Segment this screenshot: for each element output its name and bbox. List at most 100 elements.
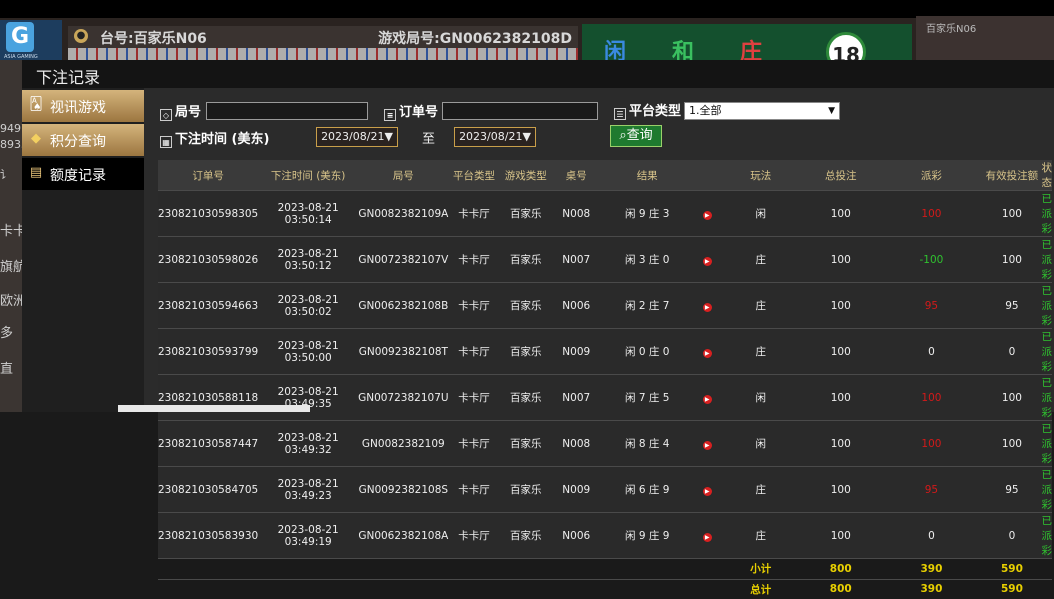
table-cell: 100 — [801, 374, 881, 421]
status-cell: 已派彩 — [1041, 374, 1052, 421]
play-video-icon[interactable]: ▶ — [702, 440, 712, 450]
dialog-main: ◇ 局号 ≡ 订单号 ☰ 平台类型 1.全部 ▼ ▦ 下注时间 (美东) 2023/08/… — [158, 88, 1054, 599]
play-video-cell[interactable]: ▶ — [693, 420, 721, 467]
table-cell: 庄 — [720, 512, 802, 559]
table-cell: 100 — [982, 236, 1042, 283]
play-video-icon[interactable]: ▶ — [702, 394, 712, 404]
play-video-icon[interactable]: ▶ — [702, 256, 712, 266]
table-cell: 100 — [801, 190, 881, 237]
table-cell: GN0072382107V — [358, 236, 449, 283]
table-cell: 230821030583930 — [158, 512, 259, 559]
left-background-strip: 9497 8933 讠 卡卡 旗航 欧洲 多 直 — [0, 60, 28, 412]
table-cell: 闲 2 庄 7 — [600, 282, 694, 329]
date-from-picker[interactable]: 2023/08/21▼ — [316, 127, 398, 147]
table-cell: 闲 9 庄 9 — [600, 512, 694, 559]
table-cell: N009 — [552, 466, 601, 513]
play-video-cell[interactable]: ▶ — [693, 236, 721, 283]
table-cell: 2023-08-21 03:50:00 — [258, 328, 359, 375]
status-cell: 已派彩 — [1041, 512, 1052, 559]
table-cell: 卡卡厅 — [448, 374, 500, 421]
camera-preview[interactable]: 百家乐N06 — [916, 16, 1054, 60]
play-video-icon[interactable]: ▶ — [702, 210, 712, 220]
order-input[interactable] — [442, 102, 598, 120]
table-cell: 庄 — [720, 466, 802, 513]
table-cell: 100 — [982, 420, 1042, 467]
camera-label: 百家乐N06 — [926, 24, 977, 35]
table-cell: 庄 — [720, 236, 802, 283]
platform-select-value: 1.全部 — [689, 104, 722, 117]
table-cell: 2023-08-21 03:49:32 — [258, 420, 359, 467]
table-row[interactable]: 230821030587447 2023-08-21 03:49:32 GN0082… — [158, 420, 1052, 467]
brand-logo: G ASIA GAMING — [0, 20, 62, 60]
table-cell: 卡卡厅 — [448, 236, 500, 283]
payout-cell: 0 — [880, 512, 983, 559]
sidebar-item-live-games[interactable]: 🂡 视讯游戏 — [22, 90, 144, 122]
table-row[interactable]: 230821030598026 2023-08-21 03:50:12 GN0072… — [158, 236, 1052, 283]
total-row: 总计 800 390 590 — [158, 578, 1052, 599]
payout-cell: 95 — [880, 466, 983, 513]
to-label: 至 — [422, 132, 436, 147]
table-cell: 230821030594663 — [158, 282, 259, 329]
play-video-icon[interactable]: ▶ — [702, 532, 712, 542]
play-video-cell[interactable]: ▶ — [693, 282, 721, 329]
table-cell: 闲 — [720, 190, 802, 237]
platform-select[interactable]: 1.全部 ▼ — [684, 102, 840, 120]
table-cell: N008 — [552, 420, 601, 467]
table-row[interactable]: 230821030598305 2023-08-21 03:50:14 GN0082… — [158, 190, 1052, 237]
table-cell: 百家乐 — [499, 190, 553, 237]
table-cell: N009 — [552, 328, 601, 375]
table-cell: 100 — [801, 328, 881, 375]
sum-valid: 590 — [982, 578, 1042, 599]
round-input[interactable] — [206, 102, 368, 120]
table-cell: 230821030598305 — [158, 190, 259, 237]
sidebar-item-points-query[interactable]: ◆ 积分查询 — [22, 124, 144, 156]
table-cell: GN0092382108S — [358, 466, 449, 513]
play-video-cell[interactable]: ▶ — [693, 512, 721, 559]
table-cell: N008 — [552, 190, 601, 237]
left-fragment: 讠 — [0, 168, 11, 181]
play-video-cell[interactable]: ▶ — [693, 190, 721, 237]
table-cell: 百家乐 — [499, 420, 553, 467]
table-cell: 卡卡厅 — [448, 328, 500, 375]
date-to-picker[interactable]: 2023/08/21▼ — [454, 127, 536, 147]
play-video-icon[interactable]: ▶ — [702, 302, 712, 312]
table-cell: 百家乐 — [499, 512, 553, 559]
list-icon: ☰ — [614, 108, 626, 120]
play-video-icon[interactable]: ▶ — [702, 348, 712, 358]
table-cell: N006 — [552, 282, 601, 329]
sum-payout: 390 — [880, 558, 983, 579]
table-cell: 100 — [982, 374, 1042, 421]
query-button[interactable]: ⌕查询 — [610, 125, 662, 147]
play-video-cell[interactable]: ▶ — [693, 466, 721, 513]
table-cell: 百家乐 — [499, 282, 553, 329]
order-filter-label: ≡ 订单号 — [384, 101, 438, 121]
payout-cell: 0 — [880, 328, 983, 375]
play-video-cell[interactable]: ▶ — [693, 374, 721, 421]
table-cell: 闲 — [720, 420, 802, 467]
table-row[interactable]: 230821030594663 2023-08-21 03:50:02 GN0062… — [158, 282, 1052, 329]
play-video-icon[interactable]: ▶ — [702, 486, 712, 496]
background-fragment — [118, 405, 310, 412]
order-label-text: 订单号 — [399, 105, 439, 120]
table-header-row: 订单号 下注时间 (美东) 局号 平台类型 游戏类型 桌号 结果 玩法 总投注 派彩 有效投注额 状态 — [158, 160, 1052, 191]
column-header: 下注时间 (美东) — [258, 160, 359, 191]
table-cell: 闲 9 庄 3 — [600, 190, 694, 237]
table-row[interactable]: 230821030593799 2023-08-21 03:50:00 GN0092… — [158, 328, 1052, 375]
round-number: 游戏局号:GN0062382108D — [378, 31, 572, 47]
top-black-bar — [0, 0, 1054, 18]
table-cell: 100 — [801, 420, 881, 467]
play-video-cell[interactable]: ▶ — [693, 328, 721, 375]
column-header: 状态 — [1041, 160, 1052, 191]
sidebar-item-credit-records[interactable]: ▤ 额度记录 — [22, 158, 144, 190]
table-cell: GN0072382107U — [358, 374, 449, 421]
left-fragment: 直 — [0, 362, 14, 377]
table-cell: 0 — [982, 512, 1042, 559]
table-cell: 2023-08-21 03:50:14 — [258, 190, 359, 237]
roadmap-strip — [68, 48, 578, 60]
table-row[interactable]: 230821030584705 2023-08-21 03:49:23 GN0092… — [158, 466, 1052, 513]
table-cell: N007 — [552, 236, 601, 283]
sidebar-item-label: 视讯游戏 — [50, 100, 106, 116]
table-row[interactable]: 230821030583930 2023-08-21 03:49:19 GN0062… — [158, 512, 1052, 559]
table-cell: 卡卡厅 — [448, 282, 500, 329]
table-row[interactable]: 230821030588118 2023-08-21 03:49:35 GN0072… — [158, 374, 1052, 421]
